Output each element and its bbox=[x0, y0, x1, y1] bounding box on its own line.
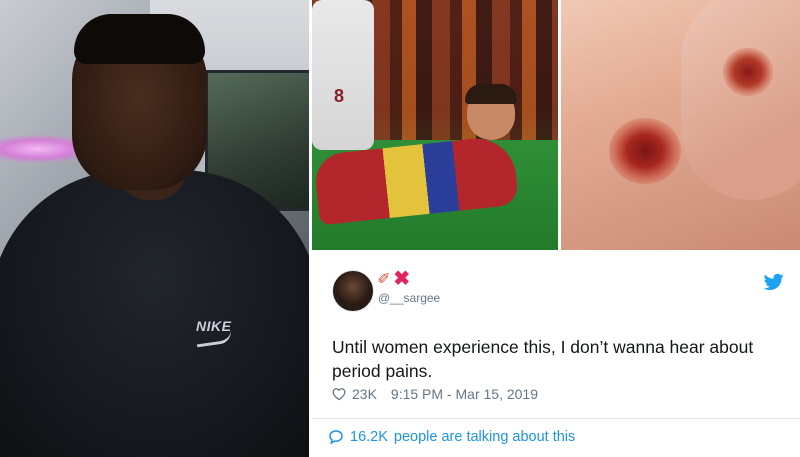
scraped-knees-photo bbox=[561, 0, 800, 250]
divider bbox=[312, 418, 800, 419]
timestamp[interactable]: 9:15 PM - Mar 15, 2019 bbox=[391, 386, 538, 402]
display-name-emojis[interactable]: ✏ ✖ bbox=[374, 267, 411, 290]
like-count[interactable]: 23K bbox=[352, 386, 377, 402]
tweet-text: Until women experience this, I don’t wan… bbox=[332, 337, 754, 381]
avatar[interactable] bbox=[332, 270, 374, 312]
soccer-photo: 8 bbox=[312, 0, 558, 250]
cross-mark-icon: ✖ bbox=[393, 267, 411, 290]
user-handle[interactable]: @__sargee bbox=[378, 291, 440, 305]
tweet-card[interactable]: ✏ ✖ @__sargee Until women experience thi… bbox=[312, 253, 800, 457]
portrait-photo: NIKE bbox=[0, 0, 309, 457]
jersey-number: 8 bbox=[334, 86, 345, 106]
speech-bubble-icon bbox=[329, 430, 343, 445]
knee-wound-right bbox=[723, 48, 773, 96]
tweet-meta: 23K 9:15 PM - Mar 15, 2019 bbox=[332, 386, 538, 402]
twitter-bird-icon[interactable] bbox=[764, 273, 784, 291]
talking-count: 16.2K bbox=[350, 429, 388, 445]
second-leg bbox=[681, 0, 800, 200]
conversation-link[interactable]: 16.2K people are talking about this bbox=[328, 429, 575, 445]
hair bbox=[74, 14, 205, 64]
fallen-player-hair bbox=[465, 84, 517, 104]
standing-player bbox=[312, 0, 374, 150]
talking-label: people are talking about this bbox=[393, 429, 576, 445]
knee-wound-left bbox=[609, 118, 681, 184]
heart-icon[interactable] bbox=[332, 387, 346, 401]
sweatshirt bbox=[0, 170, 309, 457]
